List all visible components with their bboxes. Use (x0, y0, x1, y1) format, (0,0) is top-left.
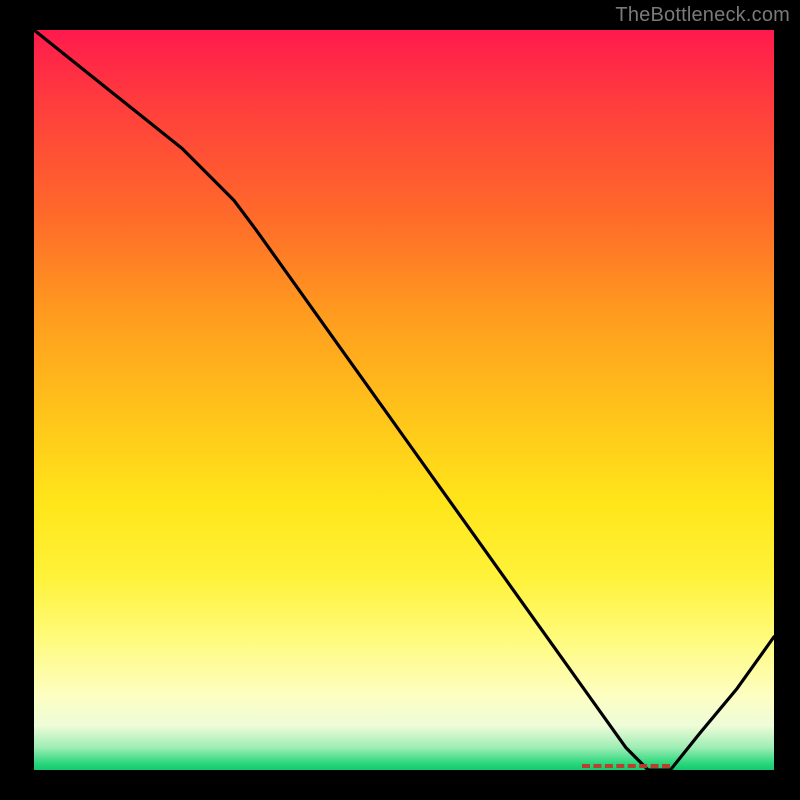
optimal-range-marker (582, 764, 671, 770)
chart-root: TheBottleneck.com (0, 0, 800, 800)
plot-area (34, 30, 774, 770)
curve-path (34, 30, 774, 770)
curve-overlay (34, 30, 774, 770)
attribution-text: TheBottleneck.com (615, 4, 790, 27)
